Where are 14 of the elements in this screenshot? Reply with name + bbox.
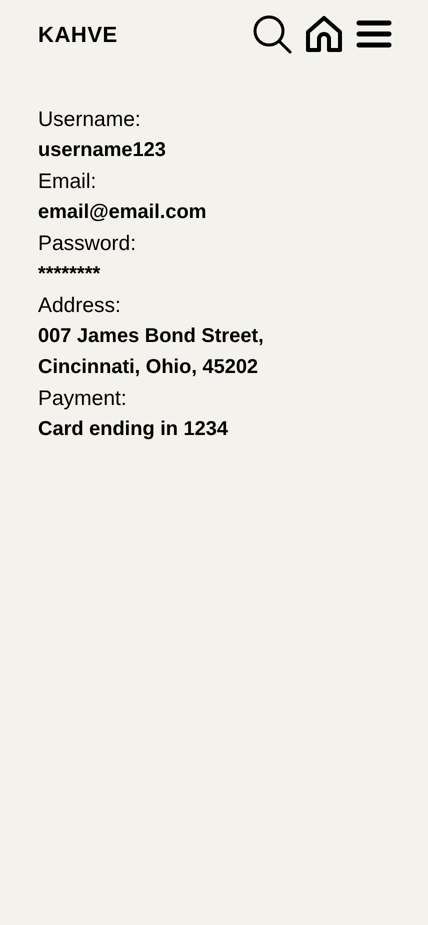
logo[interactable]: KAHVE xyxy=(38,18,118,50)
menu-icon[interactable] xyxy=(356,19,392,49)
search-icon[interactable] xyxy=(252,14,292,54)
field-label: Password: xyxy=(38,231,138,257)
field-value: ******** xyxy=(38,262,102,287)
field-label: Address: xyxy=(38,293,122,319)
field-value: email@email.com xyxy=(38,200,208,225)
field-value: Card ending in 1234 xyxy=(38,417,230,442)
field-value: 007 James Bond Street, Cincinnati, Ohio, 45202 xyxy=(38,324,265,380)
field-label: Payment: xyxy=(38,386,128,412)
field-label: Username: xyxy=(38,107,142,133)
field-value: username123 xyxy=(38,138,167,163)
home-icon[interactable] xyxy=(304,14,344,54)
field-label: Email: xyxy=(38,169,98,195)
